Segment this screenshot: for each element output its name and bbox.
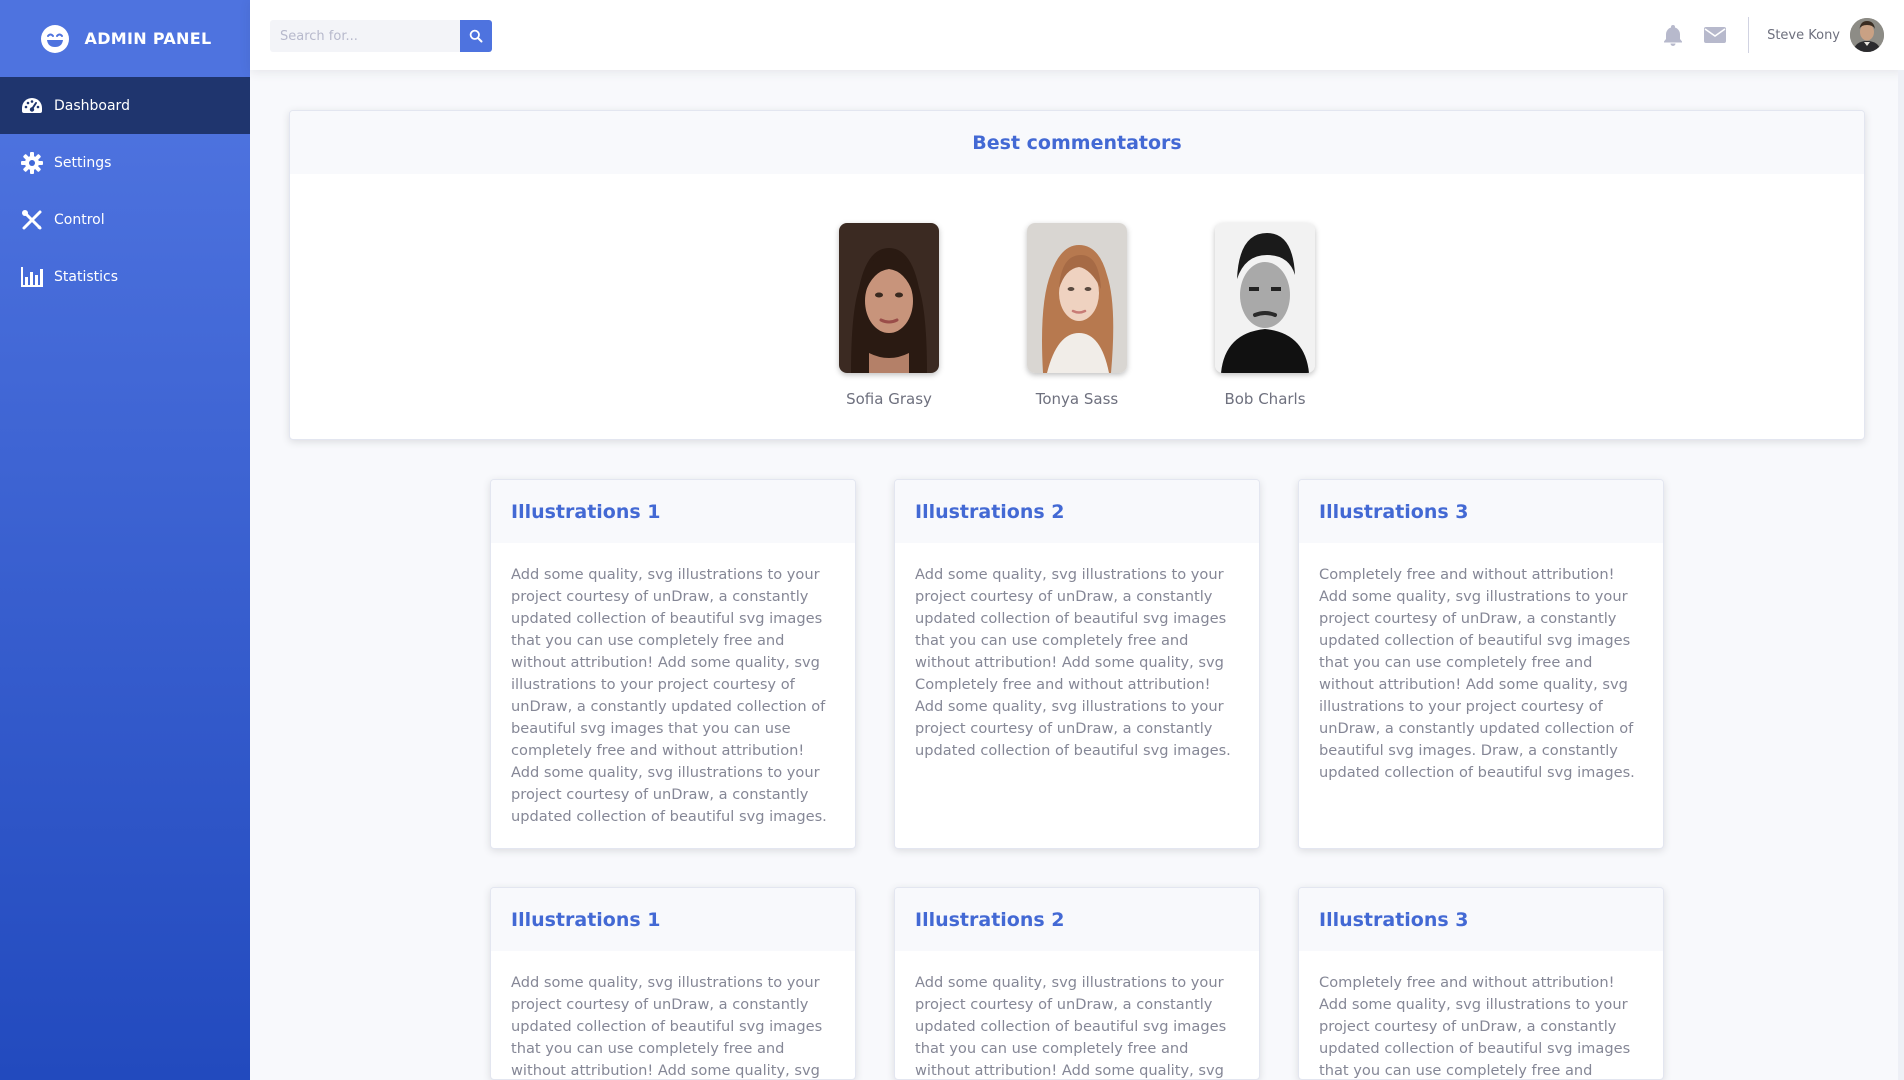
card-text: Add some quality, svg illustrations to y… (511, 974, 823, 1079)
commentator-photo[interactable] (839, 223, 939, 373)
illustration-card: Illustrations 1 Add some quality, svg il… (490, 887, 856, 1080)
card-title: Illustrations 3 (1319, 908, 1469, 931)
sidebar-item-statistics[interactable]: Statistics (0, 248, 250, 305)
illustration-card: Illustrations 3 Completely free and with… (1298, 479, 1664, 849)
sidebar: ADMIN PANEL Dashboard Settings Control S… (0, 0, 250, 1080)
card-header: Best commentators (290, 111, 1864, 174)
card-header: Illustrations 2 (895, 480, 1259, 543)
commentator[interactable]: Sofia Grasy (834, 223, 944, 408)
envelope-icon[interactable] (1703, 23, 1727, 47)
sidebar-item-label: Settings (54, 154, 112, 171)
sidebar-item-settings[interactable]: Settings (0, 134, 250, 191)
commentator[interactable]: Bob Charls (1210, 223, 1320, 408)
search-bar (270, 20, 492, 52)
sidebar-item-label: Control (54, 211, 105, 228)
commentator-name: Sofia Grasy (846, 390, 932, 408)
card-header: Illustrations 2 (895, 888, 1259, 951)
bell-icon[interactable] (1661, 23, 1685, 47)
commentator-name: Bob Charls (1224, 390, 1306, 408)
illustration-card: Illustrations 2 Add some quality, svg il… (894, 479, 1260, 849)
user-avatar[interactable] (1850, 18, 1884, 52)
gear-icon (21, 151, 43, 174)
card-title: Illustrations 1 (511, 908, 661, 931)
illustration-card: Illustrations 2 Add some quality, svg il… (894, 887, 1260, 1080)
commentator[interactable]: Tonya Sass (1022, 223, 1132, 408)
card-title: Illustrations 2 (915, 908, 1065, 931)
card-header: Illustrations 1 (491, 480, 855, 543)
brand-name: ADMIN PANEL (84, 29, 212, 48)
best-commentators-card: Best commentators Sofia Grasy Tonya Sass… (289, 110, 1865, 440)
card-text: Add some quality, svg illustrations to y… (915, 974, 1227, 1079)
topbar: Steve Kony (250, 0, 1904, 70)
card-header: Illustrations 3 (1299, 888, 1663, 951)
search-input[interactable] (270, 20, 460, 52)
card-header: Illustrations 3 (1299, 480, 1663, 543)
card-title: Illustrations 1 (511, 500, 661, 523)
topbar-divider (1748, 17, 1750, 53)
card-text: Completely free and without attribution!… (1319, 974, 1631, 1079)
scrollbar[interactable] (1898, 70, 1904, 1080)
sidebar-item-label: Statistics (54, 268, 118, 285)
card-header: Illustrations 1 (491, 888, 855, 951)
card-text: Completely free and without attribution!… (1319, 566, 1635, 781)
search-icon (469, 29, 483, 43)
user-name[interactable]: Steve Kony (1767, 28, 1840, 43)
commentators-list: Sofia Grasy Tonya Sass Bob Charls (290, 223, 1864, 408)
sidebar-item-label: Dashboard (54, 97, 130, 114)
card-title: Illustrations 2 (915, 500, 1065, 523)
card-text: Add some quality, svg illustrations to y… (511, 566, 827, 825)
tools-icon (22, 209, 42, 229)
card-title: Best commentators (972, 131, 1182, 154)
commentator-name: Tonya Sass (1035, 390, 1119, 408)
illustration-card: Illustrations 3 Completely free and with… (1298, 887, 1664, 1080)
card-text: Add some quality, svg illustrations to y… (915, 566, 1231, 759)
commentator-photo[interactable] (1027, 223, 1127, 373)
dashboard-gauge-icon (22, 97, 42, 113)
topbar-actions: Steve Kony (1652, 0, 1884, 70)
laughing-face-icon (40, 24, 69, 53)
brand[interactable]: ADMIN PANEL (0, 0, 250, 77)
sidebar-item-control[interactable]: Control (0, 191, 250, 248)
commentator-photo[interactable] (1215, 223, 1315, 373)
sidebar-item-dashboard[interactable]: Dashboard (0, 77, 250, 134)
bar-chart-icon (21, 266, 43, 287)
card-title: Illustrations 3 (1319, 500, 1469, 523)
search-button[interactable] (460, 20, 492, 52)
illustration-card: Illustrations 1 Add some quality, svg il… (490, 479, 856, 849)
